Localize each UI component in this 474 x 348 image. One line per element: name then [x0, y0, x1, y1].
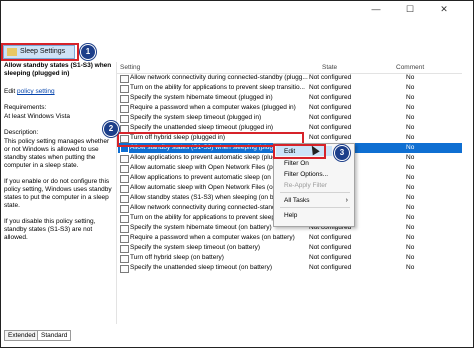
description-label: Description: — [4, 129, 39, 136]
policy-setting-icon — [120, 205, 129, 213]
table-row[interactable]: Allow network connectivity during connec… — [118, 73, 462, 83]
row-setting: Require a password when a computer wakes… — [130, 104, 296, 111]
row-comment: No — [406, 224, 415, 231]
row-comment: No — [406, 244, 415, 251]
edit-policy-link[interactable]: policy setting — [17, 88, 55, 95]
row-comment: No — [406, 254, 415, 261]
row-state: Not configured — [309, 254, 352, 261]
row-state: Not configured — [309, 84, 352, 91]
row-state: Not configured — [309, 244, 352, 251]
minimize-button[interactable]: — — [365, 3, 387, 16]
step-badge-2: 2 — [103, 121, 119, 137]
table-row[interactable]: Turn off hybrid sleep (on battery) Not co… — [118, 253, 462, 263]
row-state: Not configured — [309, 234, 352, 241]
table-row[interactable]: Turn on the ability for applications to … — [118, 83, 462, 93]
menu-separator — [280, 192, 350, 193]
row-comment: No — [406, 84, 415, 91]
close-button[interactable]: ✕ — [433, 3, 455, 16]
menu-item-reapply-filter: Re-Apply Filter — [284, 182, 327, 189]
edit-policy-line: Edit policy setting — [4, 88, 55, 96]
requirements-label: Requirements: — [4, 104, 47, 111]
row-setting: Specify the system sleep timeout (plugge… — [130, 114, 262, 121]
title-bar: — ☐ ✕ — [1, 1, 473, 17]
policy-setting-icon — [120, 225, 129, 233]
row-state: Not configured — [309, 74, 352, 81]
policy-setting-icon — [120, 215, 129, 223]
column-header-comment[interactable]: Comment — [396, 62, 424, 73]
requirements-value: At least Windows Vista — [4, 113, 70, 120]
row-state: Not configured — [309, 134, 352, 141]
table-row[interactable]: Specify the system sleep timeout (on bat… — [118, 243, 462, 253]
policy-setting-icon — [120, 195, 129, 203]
table-row[interactable]: Specify the system hibernate timeout (pl… — [118, 93, 462, 103]
row-setting: Require a password when a computer wakes… — [130, 234, 295, 241]
policy-title: Allow standby states (S1-S3) when sleepi… — [4, 62, 112, 77]
highlight-box-breadcrumb — [1, 43, 79, 61]
row-state: Not configured — [309, 264, 352, 271]
row-setting: Turn off hybrid sleep (on battery) — [130, 254, 224, 261]
row-comment: No — [406, 164, 415, 171]
row-state: Not configured — [309, 104, 352, 111]
policy-setting-icon — [120, 235, 129, 243]
policy-setting-icon — [120, 85, 129, 93]
policy-setting-icon — [120, 255, 129, 263]
table-row[interactable]: Specify the system sleep timeout (plugge… — [118, 113, 462, 123]
description-text: This policy setting manages whether or n… — [4, 138, 110, 169]
row-setting: Specify the system hibernate timeout (pl… — [130, 94, 273, 101]
row-comment: No — [406, 184, 415, 191]
maximize-button[interactable]: ☐ — [399, 3, 421, 16]
row-comment: No — [406, 264, 415, 271]
policy-setting-icon — [120, 105, 129, 113]
row-state: Not configured — [309, 94, 352, 101]
column-header-setting[interactable]: Setting — [120, 62, 140, 73]
row-comment: No — [406, 104, 415, 111]
row-comment: No — [406, 134, 415, 141]
policy-setting-icon — [120, 95, 129, 103]
row-setting: Specify the system sleep timeout (on bat… — [130, 244, 261, 251]
edit-prefix: Edit — [4, 88, 18, 95]
policy-setting-icon — [120, 175, 129, 183]
policy-setting-icon — [120, 245, 129, 253]
enable-text: If you enable or do not configure this p… — [4, 178, 112, 209]
tab-standard[interactable]: Standard — [37, 330, 72, 341]
menu-item-filter-options[interactable]: Filter Options... — [284, 170, 328, 179]
step-badge-1: 1 — [80, 44, 96, 60]
row-state: Not configured — [309, 124, 352, 131]
policy-setting-icon — [120, 75, 129, 83]
details-pane: Allow standby states (S1-S3) when sleepi… — [4, 62, 114, 324]
tab-extended[interactable]: Extended — [4, 330, 40, 341]
row-comment: No — [406, 124, 415, 131]
row-comment: No — [406, 174, 415, 181]
row-comment: No — [406, 234, 415, 241]
menu-item-filter-on[interactable]: Filter On — [284, 159, 309, 168]
table-row[interactable]: Require a password when a computer wakes… — [118, 103, 462, 113]
table-row[interactable]: Require a password when a computer wakes… — [118, 233, 462, 243]
policy-setting-icon — [120, 165, 129, 173]
row-comment: No — [406, 154, 415, 161]
pane-divider — [116, 62, 117, 324]
column-header-state[interactable]: State — [322, 62, 337, 73]
menu-item-help[interactable]: Help — [284, 211, 297, 220]
row-comment: No — [406, 114, 415, 121]
table-row[interactable]: Specify the unattended sleep timeout (on… — [118, 263, 462, 273]
row-setting: Allow network connectivity during connec… — [130, 74, 308, 81]
policy-setting-icon — [120, 155, 129, 163]
step-badge-3: 3 — [334, 145, 350, 161]
chevron-right-icon: › — [345, 197, 348, 204]
row-comment: No — [406, 74, 415, 81]
menu-separator — [280, 207, 350, 208]
row-setting: Turn on the ability for applications to … — [130, 84, 305, 91]
row-comment: No — [406, 144, 415, 151]
policy-setting-icon — [120, 265, 129, 273]
policy-setting-icon — [120, 185, 129, 193]
row-comment: No — [406, 194, 415, 201]
disable-text: If you disable this policy setting, stan… — [4, 218, 96, 241]
row-comment: No — [406, 214, 415, 221]
row-comment: No — [406, 94, 415, 101]
row-state: Not configured — [309, 114, 352, 121]
row-comment: No — [406, 204, 415, 211]
row-setting: Specify the unattended sleep timeout (on… — [130, 264, 273, 271]
policy-setting-icon — [120, 115, 129, 123]
menu-item-all-tasks[interactable]: All Tasks — [284, 196, 310, 205]
